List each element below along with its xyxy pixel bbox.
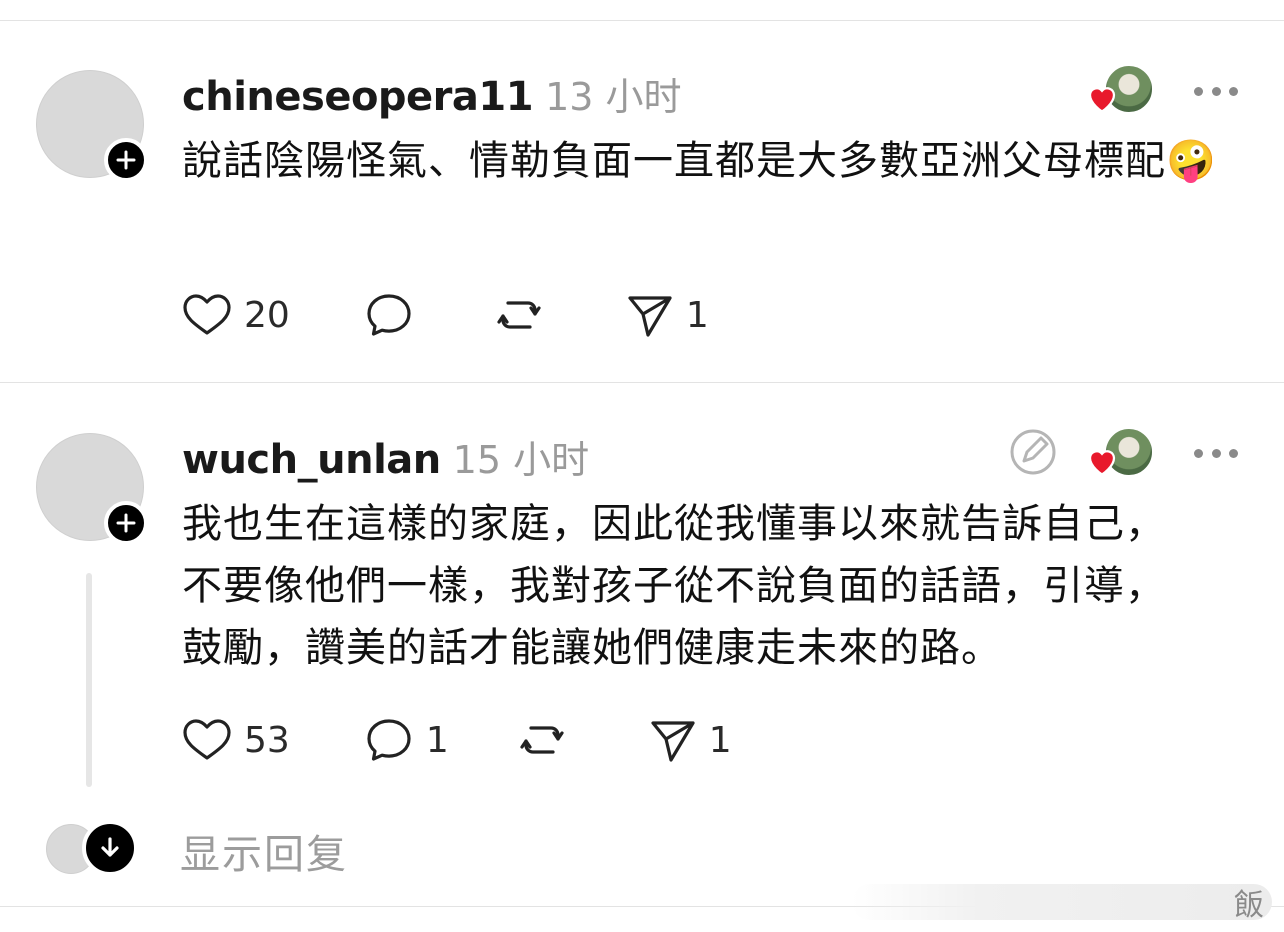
show-replies-link[interactable]: 显示回复 xyxy=(180,822,348,880)
show-replies-row[interactable]: 显示回复 xyxy=(0,816,1284,880)
username[interactable]: chineseopera11 xyxy=(182,74,534,120)
like-count: 20 xyxy=(244,294,290,336)
post-card: wuch_unlan 15 小时 我也生在這樣的家庭，因此從我懂事以來就告訴自己… xyxy=(0,383,1284,803)
action-bar: 53 1 1 xyxy=(180,715,732,765)
follow-button[interactable] xyxy=(104,138,148,182)
liked-by-author[interactable] xyxy=(1084,427,1156,481)
arrow-down-icon xyxy=(101,837,119,857)
timestamp: 15 小时 xyxy=(452,438,590,482)
like-count: 53 xyxy=(244,719,290,761)
plus-icon xyxy=(116,150,136,170)
dot xyxy=(1229,448,1238,458)
more-options-button[interactable] xyxy=(1194,81,1238,101)
heart-icon xyxy=(183,294,231,335)
watermark-text: 飯 xyxy=(1234,888,1264,923)
liked-by-author[interactable] xyxy=(1084,64,1156,118)
thread-line xyxy=(86,573,92,787)
comment-icon xyxy=(367,719,411,761)
username[interactable]: wuch_unlan xyxy=(182,437,441,483)
post-header: wuch_unlan 15 小时 xyxy=(182,429,589,483)
action-bar: 20 1 xyxy=(180,290,709,340)
repost-icon xyxy=(520,726,564,754)
post-header: chineseopera11 13 小时 xyxy=(182,66,682,120)
dot xyxy=(1194,448,1203,458)
repost-button[interactable] xyxy=(492,290,556,340)
repost-icon xyxy=(497,301,541,329)
share-button[interactable]: 1 xyxy=(622,290,709,340)
post-text: 說話陰陽怪氣、情勒負面一直都是大多數亞洲父母標配🤪 xyxy=(182,138,1217,184)
expand-replies-button[interactable] xyxy=(82,820,138,876)
post-card: chineseopera11 13 小时 說話陰陽怪氣、情勒負面一直都是大多數亞… xyxy=(0,0,1284,382)
like-button[interactable]: 20 xyxy=(180,290,290,340)
dot xyxy=(1194,86,1203,96)
send-icon xyxy=(628,296,672,337)
dot xyxy=(1211,448,1221,458)
more-options-button[interactable] xyxy=(1194,443,1238,463)
dot xyxy=(1211,86,1221,96)
share-button[interactable]: 1 xyxy=(645,715,732,765)
comment-button[interactable]: 1 xyxy=(362,715,449,765)
heart-badge-icon xyxy=(1088,87,1116,113)
follow-button[interactable] xyxy=(104,501,148,545)
comment-count: 1 xyxy=(425,719,449,761)
repost-button[interactable] xyxy=(515,715,579,765)
share-count: 1 xyxy=(685,294,709,336)
post-text: 我也生在這樣的家庭，因此從我懂事以來就告訴自己，不要像他們一樣，我對孩子從不說負… xyxy=(182,501,1166,671)
heart-badge-icon xyxy=(1088,450,1116,476)
dot xyxy=(1229,86,1238,96)
like-button[interactable]: 53 xyxy=(180,715,290,765)
edit-icon[interactable] xyxy=(1008,427,1058,477)
comment-icon xyxy=(367,294,411,336)
heart-icon xyxy=(183,719,231,760)
share-count: 1 xyxy=(708,719,732,761)
watermark: 飯 xyxy=(852,884,1272,923)
timestamp: 13 小时 xyxy=(545,75,682,119)
plus-icon xyxy=(116,513,136,533)
author-avatar-wrap[interactable] xyxy=(36,433,148,545)
send-icon xyxy=(651,721,695,762)
author-avatar-wrap[interactable] xyxy=(36,70,148,182)
comment-button[interactable] xyxy=(362,290,426,340)
